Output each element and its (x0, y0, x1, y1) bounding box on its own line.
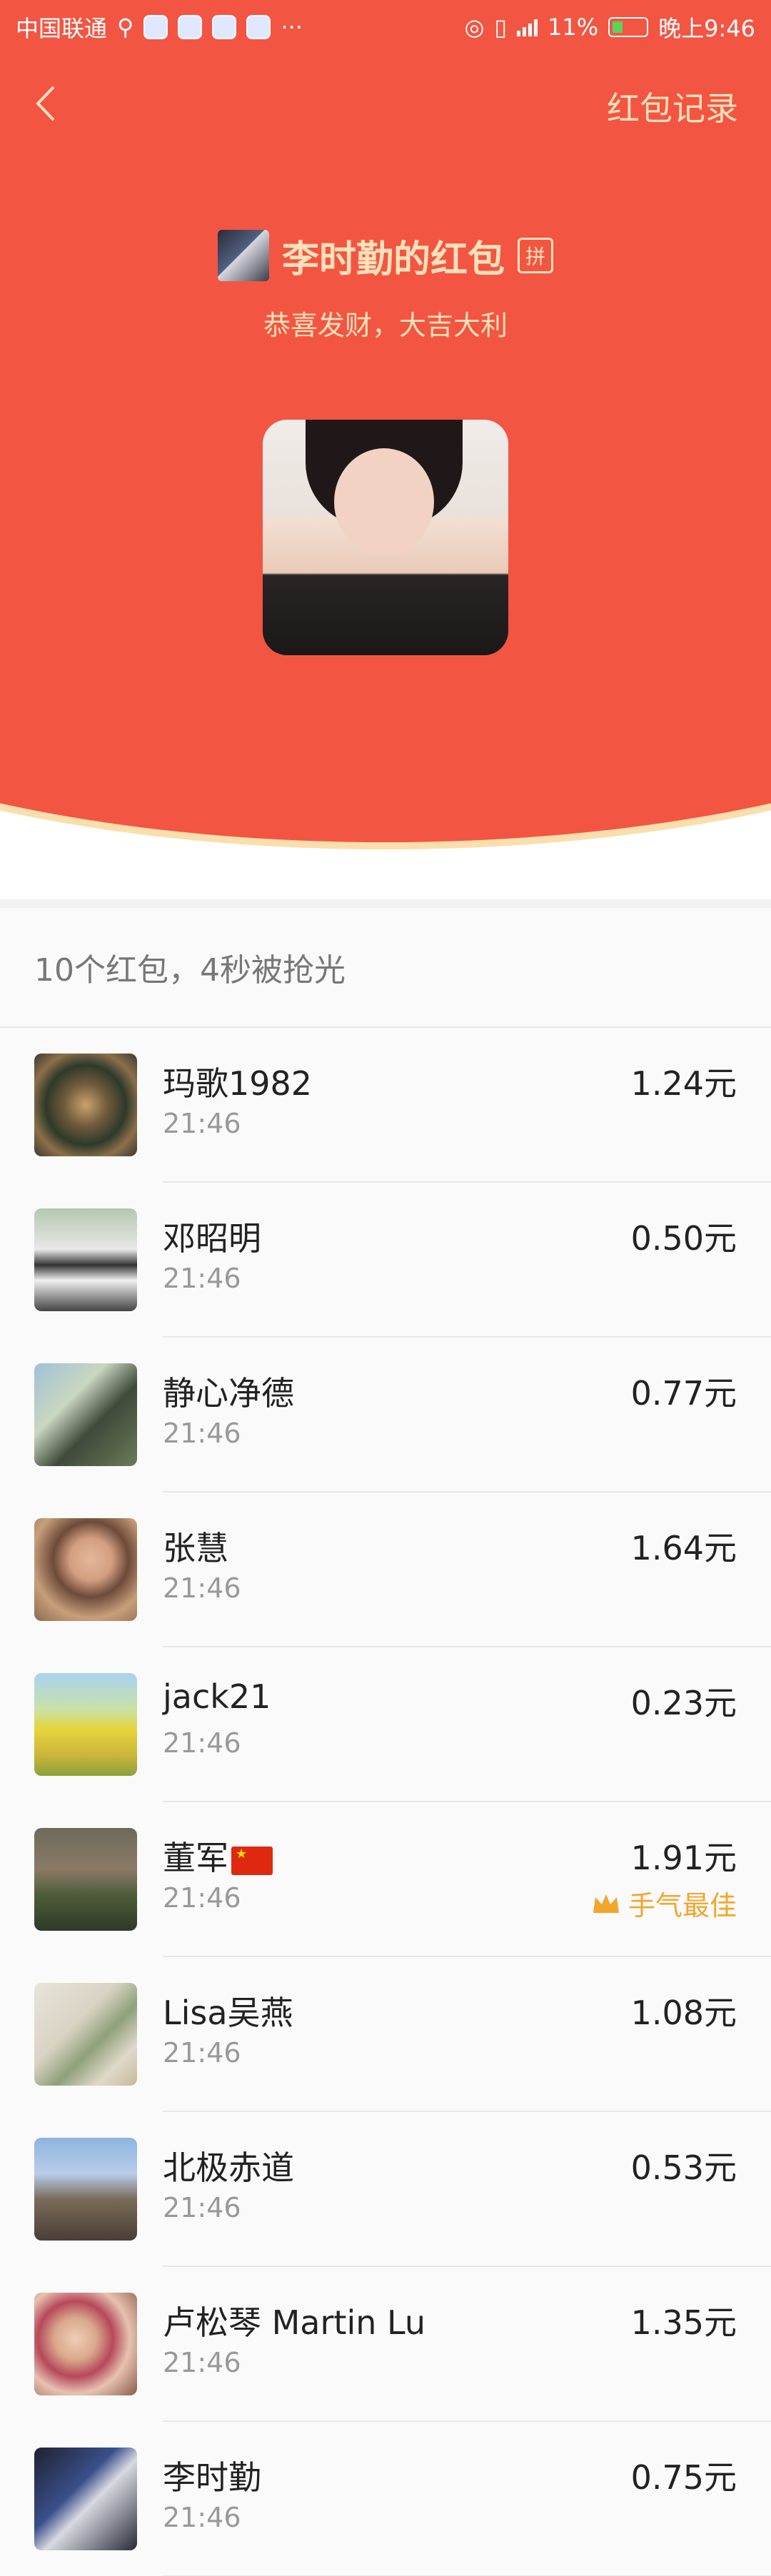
recipient-name: 玛歌1982 (163, 1064, 313, 1103)
list-item[interactable]: 玛歌1982 21:46 1.24元 (0, 1028, 771, 1183)
recipient-amount: 0.75元 (630, 2458, 737, 2497)
chevron-left-icon (36, 86, 55, 121)
recipient-time: 21:46 (163, 1727, 241, 1759)
back-button[interactable] (21, 79, 71, 128)
list-item[interactable]: 董军 21:46 1.91元 手气最佳 (0, 1802, 771, 1957)
recipient-name: 张慧 (163, 1529, 228, 1567)
sender-row: 李时勤的红包 拼 (0, 227, 771, 284)
list-item[interactable]: 静心净德 21:46 0.77元 (0, 1338, 771, 1492)
avatar[interactable] (34, 1828, 137, 1931)
recipient-amount: 0.77元 (630, 1374, 737, 1413)
recipient-time: 21:46 (163, 1108, 241, 1139)
list-item[interactable]: 张慧 21:46 1.64元 (0, 1492, 771, 1647)
app-notification-icon (143, 15, 168, 39)
red-packet-detail-page: 中国联通 ⚲ ··· ◎ ▯ 11% 晚上9:46 红包记录 李时勤的红包 拼 … (0, 0, 771, 2576)
red-packet-header: 中国联通 ⚲ ··· ◎ ▯ 11% 晚上9:46 红包记录 李时勤的红包 拼 … (0, 0, 771, 899)
list-item[interactable]: 北极赤道 21:46 0.53元 (0, 2112, 771, 2267)
signal-icon (517, 18, 538, 36)
status-bar: 中国联通 ⚲ ··· ◎ ▯ 11% 晚上9:46 (0, 0, 771, 54)
best-luck-badge: 手气最佳 (591, 1884, 737, 1923)
battery-percent: 11% (548, 14, 599, 41)
sender-avatar[interactable] (217, 230, 269, 281)
list-item[interactable]: Lisa吴燕 21:46 1.08元 (0, 1957, 771, 2112)
clock: 晚上9:46 (658, 15, 755, 42)
avatar[interactable] (34, 2138, 137, 2241)
greeting-message: 恭喜发财，大吉大利 (263, 310, 508, 341)
recipient-amount: 1.35元 (630, 2303, 737, 2342)
recipient-time: 21:46 (163, 1572, 241, 1604)
app-notification-icon (178, 15, 203, 39)
recipient-time: 21:46 (163, 2037, 241, 2069)
recipient-time: 21:46 (163, 2347, 241, 2378)
recipient-time: 21:46 (163, 2192, 241, 2223)
pin-icon: 拼 (518, 238, 553, 273)
recipient-time: 21:46 (163, 1418, 241, 1449)
red-packet-cover-image[interactable] (263, 420, 508, 655)
list-item[interactable]: 邓昭明 21:46 0.50元 (0, 1183, 771, 1338)
sender-title: 李时勤的红包 (281, 238, 505, 281)
recipient-name: 邓昭明 (163, 1219, 261, 1258)
recipient-name: 北极赤道 (163, 2148, 294, 2187)
avatar[interactable] (34, 1518, 137, 1621)
recipient-name: jack21 (163, 1677, 271, 1716)
hotspot-icon: ◎ (464, 14, 485, 41)
recipient-amount: 1.64元 (630, 1529, 737, 1567)
list-item[interactable]: 卢松琴 Martin Lu 21:46 1.35元 (0, 2267, 771, 2422)
app-notification-icon (212, 15, 237, 39)
recipient-amount: 0.23元 (630, 1684, 737, 1722)
avatar[interactable] (34, 1363, 137, 1466)
status-left: 中国联通 ⚲ ··· (16, 11, 303, 44)
best-luck-label: 手气最佳 (628, 1890, 737, 1921)
avatar[interactable] (34, 1673, 137, 1776)
china-flag-icon (231, 1846, 273, 1875)
avatar[interactable] (34, 2448, 137, 2550)
recipient-name: 董军 (163, 1832, 273, 1879)
red-packet-records-link[interactable]: 红包记录 (607, 83, 738, 130)
recipient-time: 21:46 (163, 2502, 241, 2533)
recipient-name: 李时勤 (163, 2458, 261, 2497)
nav-bar: 红包记录 (0, 71, 771, 136)
list-item[interactable]: 李时勤 21:46 0.75元 (0, 2422, 771, 2576)
photo-face (334, 448, 434, 555)
recipient-time: 21:46 (163, 1263, 241, 1294)
recipient-amount: 1.91元 (630, 1839, 737, 1877)
carrier-label: 中国联通 (16, 15, 108, 42)
recipient-name-text: 董军 (163, 1839, 228, 1877)
usb-icon: ⚲ (117, 14, 134, 41)
recipient-amount: 0.50元 (630, 1219, 737, 1258)
avatar[interactable] (34, 1054, 137, 1156)
avatar[interactable] (34, 1208, 137, 1311)
avatar[interactable] (34, 2293, 137, 2395)
recipient-list: 玛歌1982 21:46 1.24元 邓昭明 21:46 0.50元 静心净德 … (0, 1028, 771, 2576)
crown-icon (593, 1894, 619, 1913)
battery-icon (608, 17, 649, 37)
vibrate-icon: ▯ (494, 14, 507, 41)
recipient-name: 卢松琴 Martin Lu (163, 2303, 425, 2342)
red-packet-summary: 10个红包，4秒被抢光 (0, 908, 771, 1028)
recipient-amount: 0.53元 (630, 2148, 737, 2187)
recipient-amount: 1.24元 (630, 1064, 737, 1103)
more-notifications-label: ··· (281, 14, 303, 41)
status-right: ◎ ▯ 11% 晚上9:46 (464, 11, 755, 44)
recipient-name: 静心净德 (163, 1374, 294, 1413)
recipient-amount: 1.08元 (630, 1994, 737, 2032)
recipient-time: 21:46 (163, 1882, 241, 1914)
recipient-name: Lisa吴燕 (163, 1994, 293, 2032)
avatar[interactable] (34, 1983, 137, 2086)
list-item[interactable]: jack21 21:46 0.23元 (0, 1647, 771, 1802)
app-notification-icon (246, 15, 271, 39)
